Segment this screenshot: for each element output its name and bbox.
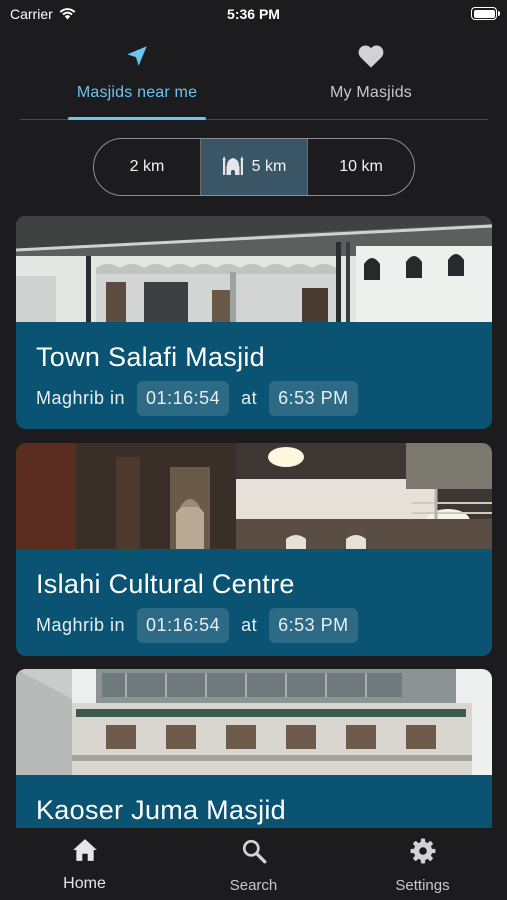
prayer-time-badge: 6:53 PM	[269, 608, 358, 643]
distance-selector: 2 km 5 km 10 km	[93, 138, 415, 196]
masjid-list[interactable]: Town Salafi Masjid Maghrib in 01:16:54 a…	[16, 216, 492, 828]
masjid-info: Town Salafi Masjid Maghrib in 01:16:54 a…	[16, 322, 492, 429]
masjid-card[interactable]: Islahi Cultural Centre Maghrib in 01:16:…	[16, 443, 492, 656]
countdown-badge: 01:16:54	[137, 608, 230, 643]
masjid-name: Islahi Cultural Centre	[36, 569, 295, 599]
distance-option-2km[interactable]: 2 km	[94, 139, 201, 195]
heart-icon	[357, 42, 385, 70]
masjid-name: Town Salafi Masjid	[36, 342, 265, 372]
distance-label: 2 km	[129, 158, 165, 175]
prayer-row: Maghrib in 01:16:54 at 6:53 PM	[36, 608, 472, 643]
masjid-card[interactable]: Town Salafi Masjid Maghrib in 01:16:54 a…	[16, 216, 492, 429]
tab-my-masjids[interactable]: My Masjids	[254, 38, 488, 119]
bottom-nav: Home Search Settings	[0, 828, 507, 900]
masjid-photo	[16, 669, 492, 775]
masjid-card[interactable]: Kaoser Juma Masjid	[16, 669, 492, 828]
masjid-name: Kaoser Juma Masjid	[36, 795, 286, 825]
countdown-badge: 01:16:54	[137, 381, 230, 416]
tab-masjids-near-me[interactable]: Masjids near me	[20, 38, 254, 120]
distance-option-5km[interactable]: 5 km	[201, 139, 308, 195]
at-label: at	[241, 615, 258, 635]
nav-home[interactable]: Home	[0, 828, 169, 900]
search-icon	[241, 838, 267, 869]
prayer-label: Maghrib in	[36, 388, 126, 408]
mosque-icon	[222, 155, 244, 180]
nav-label: Home	[63, 875, 106, 892]
masjid-info: Kaoser Juma Masjid	[16, 775, 492, 828]
status-time: 5:36 PM	[227, 6, 280, 22]
masjid-info: Islahi Cultural Centre Maghrib in 01:16:…	[16, 549, 492, 656]
home-icon	[72, 838, 98, 867]
prayer-time-badge: 6:53 PM	[269, 381, 358, 416]
status-bar: Carrier 5:36 PM	[0, 0, 507, 30]
nav-search[interactable]: Search	[169, 828, 338, 900]
nav-settings[interactable]: Settings	[338, 828, 507, 900]
top-tabs: Masjids near me My Masjids	[20, 38, 488, 120]
nav-label: Settings	[395, 877, 450, 894]
tab-label: My Masjids	[329, 84, 412, 101]
at-label: at	[241, 388, 258, 408]
masjid-photo	[16, 216, 492, 322]
distance-option-10km[interactable]: 10 km	[308, 139, 414, 195]
battery-icon	[471, 7, 500, 20]
prayer-label: Maghrib in	[36, 615, 126, 635]
prayer-row: Maghrib in 01:16:54 at 6:53 PM	[36, 381, 472, 416]
gear-icon	[410, 838, 436, 869]
location-arrow-icon	[124, 42, 150, 70]
masjid-photo	[16, 443, 492, 549]
tab-label: Masjids near me	[76, 84, 198, 101]
distance-label: 5 km	[251, 158, 287, 175]
distance-label: 10 km	[339, 158, 383, 175]
nav-label: Search	[229, 877, 278, 894]
